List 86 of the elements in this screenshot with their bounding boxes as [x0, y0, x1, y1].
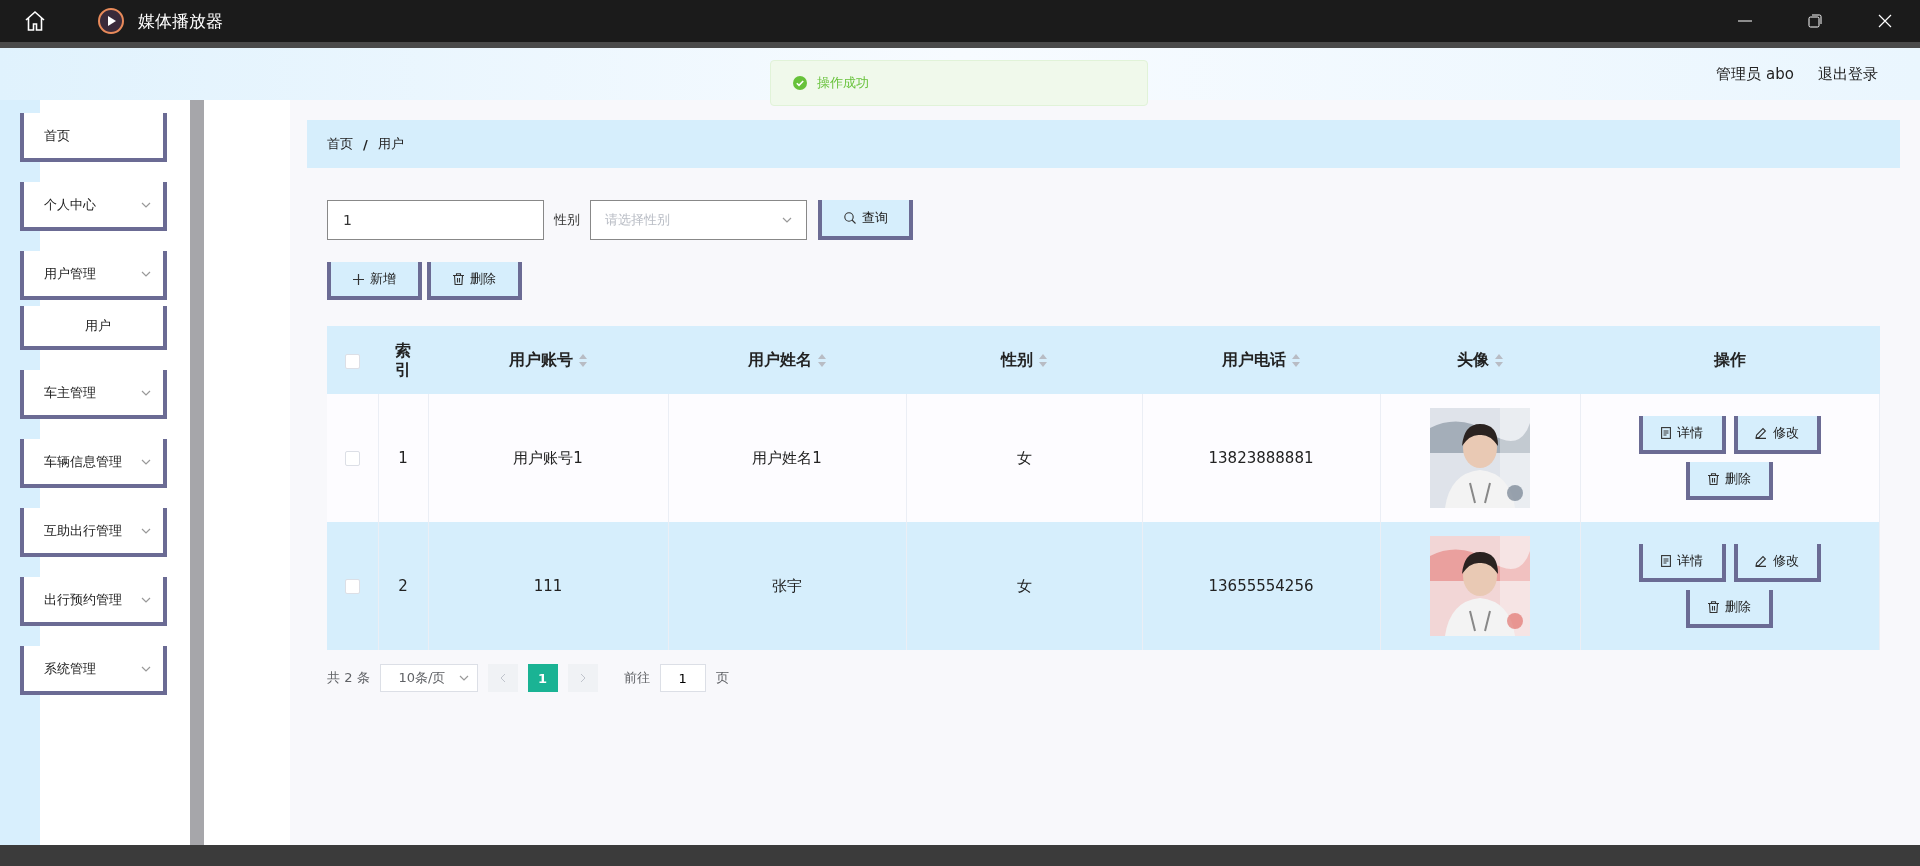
sidebar-item[interactable]: 首页 — [20, 113, 167, 162]
search-field[interactable]: 1 — [327, 200, 544, 240]
goto-page-field[interactable]: 1 — [659, 664, 706, 692]
gender-label: 性别 — [554, 211, 580, 229]
add-button[interactable]: 新增 — [327, 262, 422, 300]
sidebar-item[interactable]: 系统管理 — [20, 646, 167, 695]
trash-icon — [1708, 601, 1720, 613]
total-count: 共 2 条 — [327, 669, 370, 687]
check-circle-icon — [793, 76, 807, 90]
sidebar-subitem[interactable]: 用户 — [20, 306, 167, 350]
column-header: 用户电话 — [1222, 349, 1286, 371]
delete-button[interactable]: 删除 — [1686, 590, 1774, 628]
column-header: 用户账号 — [509, 349, 573, 371]
sort-icon[interactable] — [1039, 353, 1047, 367]
sort-icon[interactable] — [579, 353, 587, 367]
delete-button[interactable]: 删除 — [427, 262, 522, 300]
sidebar-item[interactable]: 用户管理 — [20, 251, 167, 300]
sidebar-item[interactable]: 互助出行管理 — [20, 508, 167, 557]
chevron-left-icon — [499, 673, 506, 683]
query-button[interactable]: 查询 — [818, 200, 913, 240]
window-title: 媒体播放器 — [138, 9, 223, 33]
goto-label: 前往 — [623, 669, 650, 687]
sidebar-item[interactable]: 车辆信息管理 — [20, 439, 167, 488]
dropdown-caret-icon — [458, 675, 469, 681]
minimize-icon[interactable] — [1738, 20, 1752, 22]
trash-icon — [453, 273, 464, 285]
search-icon — [843, 212, 856, 224]
pencil-icon — [1755, 427, 1768, 439]
sort-icon[interactable] — [1292, 353, 1300, 367]
caret-down-icon — [141, 458, 151, 465]
column-header: 操作 — [1713, 349, 1746, 371]
home-icon[interactable] — [24, 10, 46, 32]
delete-button[interactable]: 删除 — [1686, 462, 1774, 500]
caret-down-icon — [141, 527, 151, 534]
gender-cell: 女 — [1016, 576, 1032, 595]
pencil-icon — [1755, 555, 1768, 567]
chevron-right-icon — [579, 673, 586, 683]
column-header: 头像 — [1457, 349, 1489, 371]
column-header: 索引 — [395, 340, 411, 380]
index-cell: 2 — [398, 577, 408, 595]
row-checkbox[interactable] — [344, 579, 360, 594]
scrollbar[interactable] — [190, 100, 204, 845]
edit-button[interactable]: 修改 — [1733, 544, 1821, 582]
page-suffix: 页 — [715, 669, 729, 687]
row-checkbox[interactable] — [344, 451, 360, 466]
restore-icon[interactable] — [1808, 14, 1822, 28]
detail-button[interactable]: 详情 — [1638, 416, 1726, 454]
plus-icon — [353, 273, 364, 285]
sidebar-item[interactable]: 出行预约管理 — [20, 577, 167, 626]
name-cell: 用户姓名1 — [752, 448, 822, 467]
document-icon — [1661, 427, 1672, 439]
breadcrumb-item[interactable]: 首页 — [327, 135, 353, 153]
caret-down-icon — [141, 201, 151, 208]
logout-link[interactable]: 退出登录 — [1818, 64, 1878, 84]
phone-cell: 13655554256 — [1208, 577, 1314, 595]
breadcrumb-separator: / — [363, 136, 368, 152]
column-header: 性别 — [1001, 349, 1033, 371]
name-cell: 张宇 — [772, 576, 802, 595]
account-cell: 用户账号1 — [513, 448, 583, 467]
detail-button[interactable]: 详情 — [1638, 544, 1726, 582]
close-icon[interactable] — [1878, 14, 1892, 28]
page-size-select[interactable]: 10条/页 — [379, 664, 478, 692]
gender-cell: 女 — [1016, 448, 1032, 467]
document-icon — [1661, 555, 1672, 567]
user-name: 管理员 abo — [1716, 64, 1794, 84]
toast-message: 操作成功 — [817, 74, 869, 92]
trash-icon — [1708, 473, 1720, 485]
dropdown-caret-icon — [782, 217, 792, 223]
breadcrumb-item[interactable]: 用户 — [377, 135, 404, 153]
select-all-checkbox[interactable] — [345, 353, 360, 369]
sidebar-item[interactable]: 车主管理 — [20, 370, 167, 419]
index-cell: 1 — [398, 449, 408, 467]
account-cell: 111 — [533, 577, 563, 595]
edit-button[interactable]: 修改 — [1733, 416, 1821, 454]
caret-down-icon — [141, 389, 151, 396]
play-icon — [98, 8, 124, 34]
caret-down-icon — [141, 665, 151, 672]
sidebar-item[interactable]: 个人中心 — [20, 182, 167, 231]
sort-icon[interactable] — [1495, 353, 1503, 367]
sort-icon[interactable] — [818, 353, 826, 367]
caret-down-icon — [141, 596, 151, 603]
prev-page-button[interactable] — [487, 664, 518, 692]
caret-down-icon — [141, 270, 151, 277]
column-header: 用户姓名 — [748, 349, 812, 371]
phone-cell: 13823888881 — [1208, 449, 1314, 467]
next-page-button[interactable] — [567, 664, 598, 692]
